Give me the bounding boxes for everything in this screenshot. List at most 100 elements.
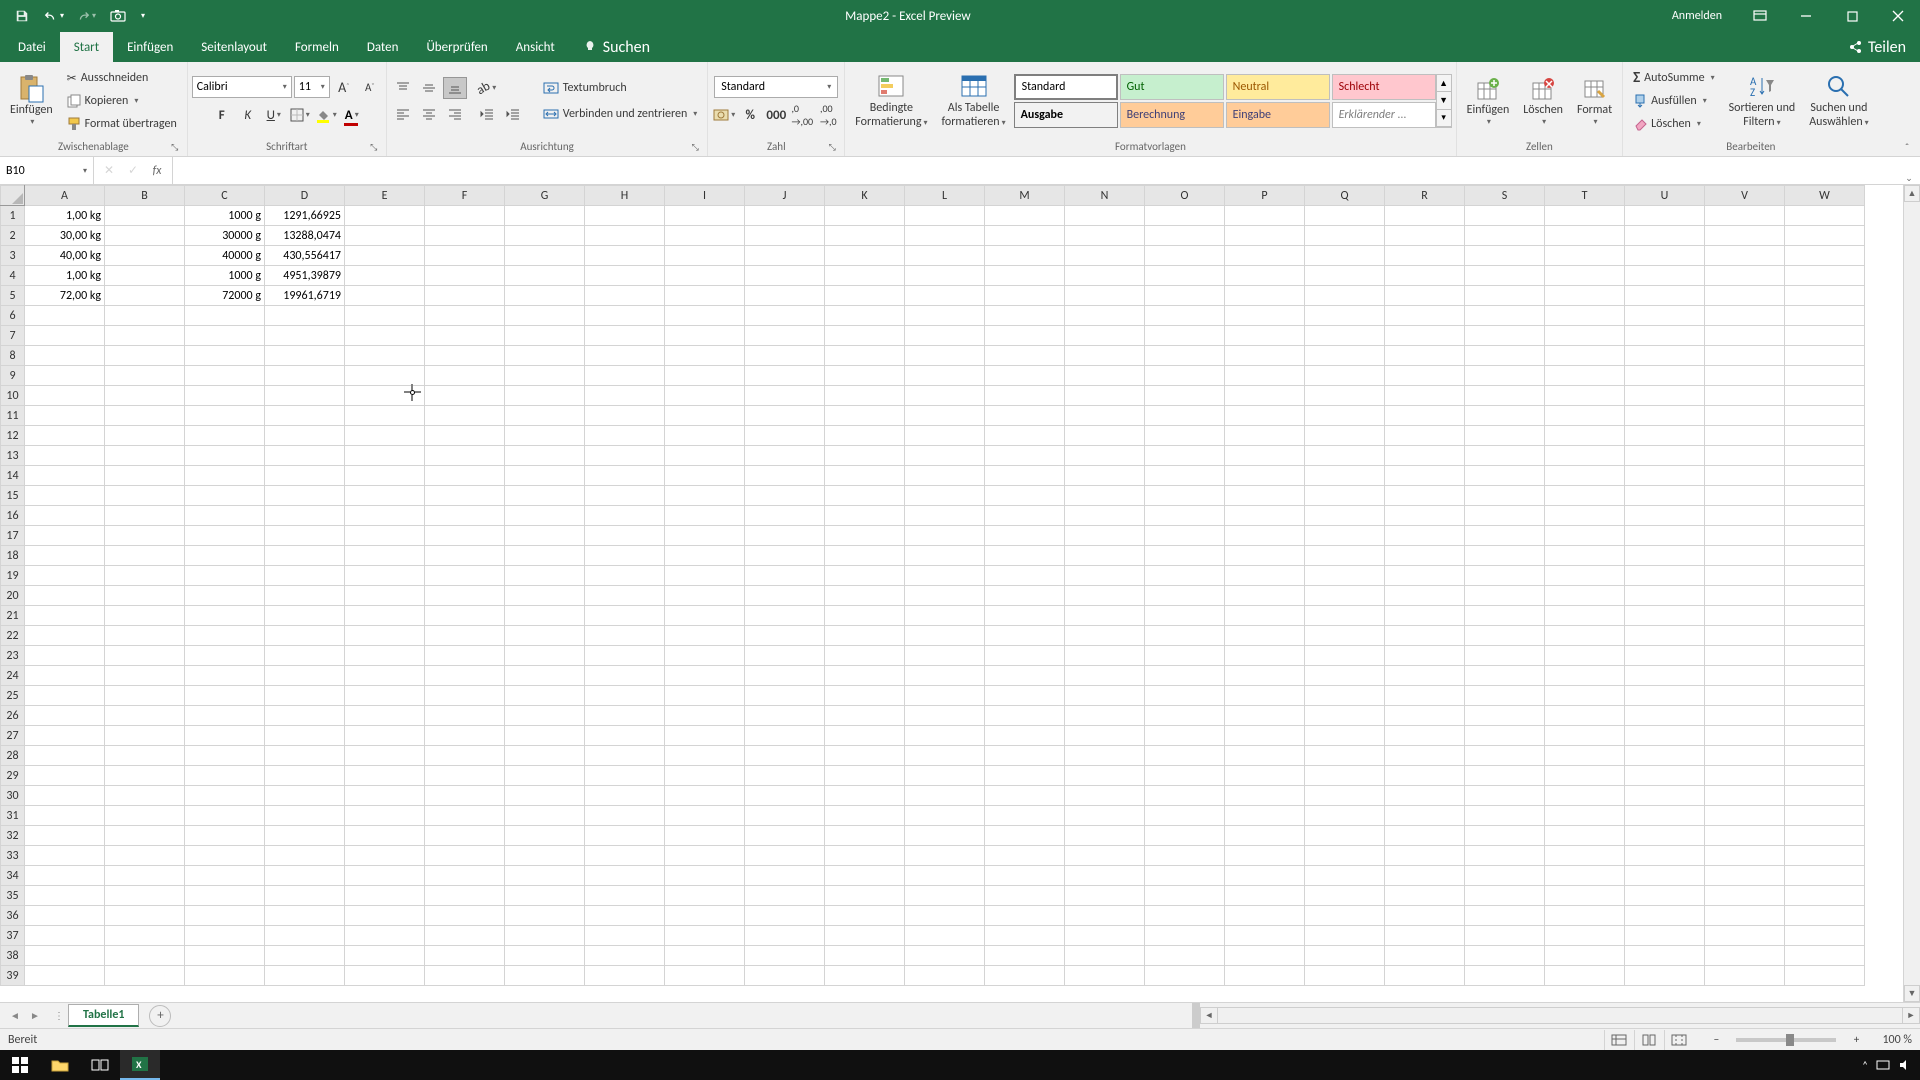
cell-L27[interactable]	[905, 726, 985, 746]
cell-T33[interactable]	[1545, 846, 1625, 866]
cell-G1[interactable]	[505, 206, 585, 226]
cell-H27[interactable]	[585, 726, 665, 746]
cell-E36[interactable]	[345, 906, 425, 926]
camera-button[interactable]	[104, 3, 132, 29]
cell-N37[interactable]	[1065, 926, 1145, 946]
cell-F21[interactable]	[425, 606, 505, 626]
cell-F24[interactable]	[425, 666, 505, 686]
cell-I27[interactable]	[665, 726, 745, 746]
cell-V1[interactable]	[1705, 206, 1785, 226]
cell-T16[interactable]	[1545, 506, 1625, 526]
cell-P8[interactable]	[1225, 346, 1305, 366]
cell-O15[interactable]	[1145, 486, 1225, 506]
cell-R29[interactable]	[1385, 766, 1465, 786]
cell-L23[interactable]	[905, 646, 985, 666]
cell-J36[interactable]	[745, 906, 825, 926]
cell-C27[interactable]	[185, 726, 265, 746]
cell-T10[interactable]	[1545, 386, 1625, 406]
cell-V5[interactable]	[1705, 286, 1785, 306]
cell-M32[interactable]	[985, 826, 1065, 846]
cell-B14[interactable]	[105, 466, 185, 486]
cell-O1[interactable]	[1145, 206, 1225, 226]
cell-R19[interactable]	[1385, 566, 1465, 586]
align-bottom-button[interactable]	[443, 77, 467, 99]
comma-button[interactable]: 000	[764, 104, 788, 126]
cell-T26[interactable]	[1545, 706, 1625, 726]
cell-N30[interactable]	[1065, 786, 1145, 806]
cell-U37[interactable]	[1625, 926, 1705, 946]
save-button[interactable]	[8, 3, 36, 29]
cell-O6[interactable]	[1145, 306, 1225, 326]
cell-A38[interactable]	[25, 946, 105, 966]
cell-V2[interactable]	[1705, 226, 1785, 246]
cell-N35[interactable]	[1065, 886, 1145, 906]
style-ausgabe[interactable]: Ausgabe	[1014, 102, 1118, 128]
cell-W28[interactable]	[1785, 746, 1865, 766]
cell-G4[interactable]	[505, 266, 585, 286]
wrap-text-button[interactable]: Textumbruch	[537, 77, 704, 99]
cell-A26[interactable]	[25, 706, 105, 726]
cell-R5[interactable]	[1385, 286, 1465, 306]
cell-V19[interactable]	[1705, 566, 1785, 586]
cell-E16[interactable]	[345, 506, 425, 526]
cell-K27[interactable]	[825, 726, 905, 746]
cell-Q17[interactable]	[1305, 526, 1385, 546]
cell-R17[interactable]	[1385, 526, 1465, 546]
cell-E15[interactable]	[345, 486, 425, 506]
cell-G27[interactable]	[505, 726, 585, 746]
cell-B37[interactable]	[105, 926, 185, 946]
cell-G8[interactable]	[505, 346, 585, 366]
row-header-14[interactable]: 14	[1, 466, 25, 486]
row-header-11[interactable]: 11	[1, 406, 25, 426]
cell-N26[interactable]	[1065, 706, 1145, 726]
cell-E21[interactable]	[345, 606, 425, 626]
row-header-22[interactable]: 22	[1, 626, 25, 646]
cell-B22[interactable]	[105, 626, 185, 646]
cell-G29[interactable]	[505, 766, 585, 786]
cell-R3[interactable]	[1385, 246, 1465, 266]
share-button[interactable]: Teilen	[1834, 32, 1920, 62]
cell-S17[interactable]	[1465, 526, 1545, 546]
cell-D26[interactable]	[265, 706, 345, 726]
cell-Q23[interactable]	[1305, 646, 1385, 666]
cell-G25[interactable]	[505, 686, 585, 706]
cell-I14[interactable]	[665, 466, 745, 486]
cell-O8[interactable]	[1145, 346, 1225, 366]
cell-D6[interactable]	[265, 306, 345, 326]
cell-U3[interactable]	[1625, 246, 1705, 266]
cell-F35[interactable]	[425, 886, 505, 906]
row-header-29[interactable]: 29	[1, 766, 25, 786]
cell-U9[interactable]	[1625, 366, 1705, 386]
increase-font-button[interactable]: Aˆ	[332, 76, 356, 98]
cell-T9[interactable]	[1545, 366, 1625, 386]
cell-W23[interactable]	[1785, 646, 1865, 666]
cell-C12[interactable]	[185, 426, 265, 446]
cell-K12[interactable]	[825, 426, 905, 446]
cell-T29[interactable]	[1545, 766, 1625, 786]
cell-B29[interactable]	[105, 766, 185, 786]
style-standard[interactable]: Standard	[1014, 74, 1118, 100]
cell-R38[interactable]	[1385, 946, 1465, 966]
cell-W21[interactable]	[1785, 606, 1865, 626]
cell-H21[interactable]	[585, 606, 665, 626]
cell-S15[interactable]	[1465, 486, 1545, 506]
cell-L39[interactable]	[905, 966, 985, 986]
cell-O21[interactable]	[1145, 606, 1225, 626]
row-header-32[interactable]: 32	[1, 826, 25, 846]
cell-U5[interactable]	[1625, 286, 1705, 306]
cell-H6[interactable]	[585, 306, 665, 326]
cell-G5[interactable]	[505, 286, 585, 306]
cell-Q9[interactable]	[1305, 366, 1385, 386]
cell-C6[interactable]	[185, 306, 265, 326]
cell-Q37[interactable]	[1305, 926, 1385, 946]
cell-K20[interactable]	[825, 586, 905, 606]
cell-P13[interactable]	[1225, 446, 1305, 466]
cell-D15[interactable]	[265, 486, 345, 506]
cell-A29[interactable]	[25, 766, 105, 786]
cell-C16[interactable]	[185, 506, 265, 526]
cell-O16[interactable]	[1145, 506, 1225, 526]
cell-D36[interactable]	[265, 906, 345, 926]
column-header-U[interactable]: U	[1625, 186, 1705, 206]
cell-L22[interactable]	[905, 626, 985, 646]
cell-W20[interactable]	[1785, 586, 1865, 606]
